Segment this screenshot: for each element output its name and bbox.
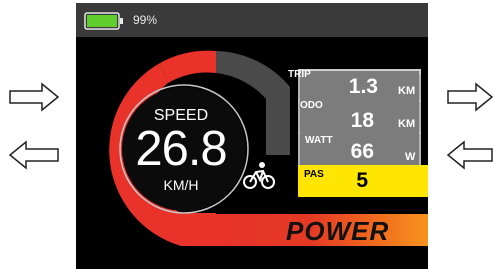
stat-label: WATT [305, 135, 333, 146]
stat-unit: KM [398, 85, 416, 97]
pas-value: 5 [356, 169, 368, 192]
power-label: POWER [286, 216, 390, 246]
speed-value: 26.8 [135, 122, 227, 176]
stat-unit: W [405, 151, 416, 163]
speed-unit: KM/H [163, 177, 199, 193]
stat-label: ODO [300, 100, 323, 111]
left-arrow-icon-right[interactable] [446, 140, 494, 170]
stat-value: 18 [350, 109, 374, 132]
stat-unit: KM [398, 118, 416, 130]
left-arrow-icon-left[interactable] [8, 140, 60, 170]
ebike-display-screen: 99% SPEED 26.8 KM/H TRIP 1.3 KM ODO 18 K… [76, 3, 428, 269]
stat-label: TRIP [288, 69, 311, 80]
stat-value: 1.3 [348, 75, 378, 98]
right-arrow-icon-left[interactable] [8, 82, 60, 112]
bicycle-icon [243, 162, 275, 189]
right-arrow-icon-right[interactable] [446, 82, 494, 112]
pas-label: PAS [304, 169, 324, 180]
stat-value: 66 [350, 140, 374, 163]
